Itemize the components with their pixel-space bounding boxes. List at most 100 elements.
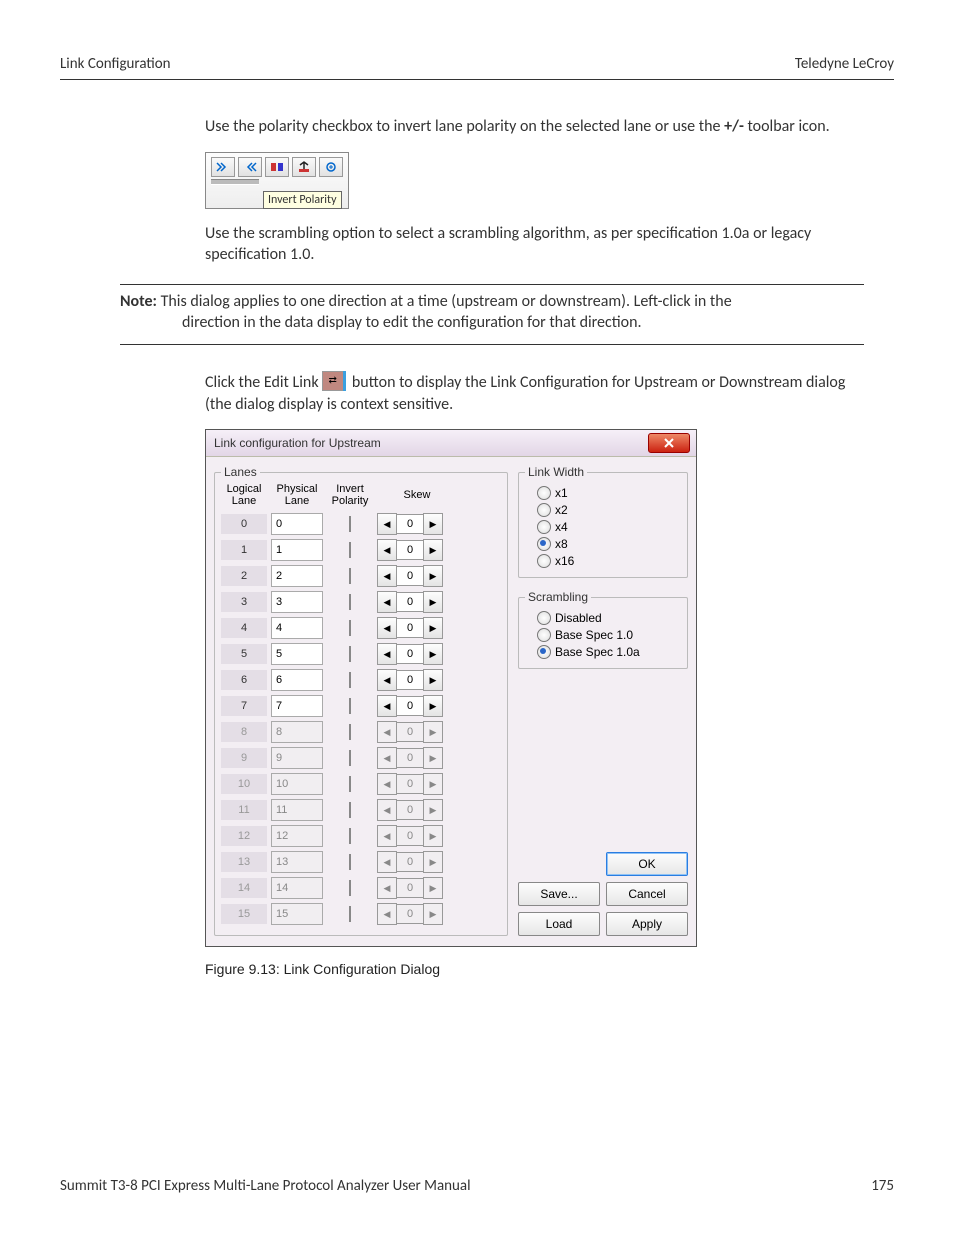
physical-lane-input[interactable]: 7 — [271, 695, 323, 717]
skew-spinner[interactable]: ◀0▶ — [377, 514, 457, 534]
link-width-option[interactable]: x16 — [537, 554, 681, 568]
close-button[interactable] — [648, 433, 690, 453]
link-width-group: Link Width x1x2x4x8x16 — [518, 465, 688, 578]
skew-increment-button[interactable]: ▶ — [423, 617, 443, 639]
close-icon — [663, 438, 675, 448]
paragraph-editlink: Click the Edit Link ⇄ button to display … — [205, 371, 864, 415]
skew-value: 0 — [397, 904, 423, 924]
skew-spinner[interactable]: ◀0▶ — [377, 592, 457, 612]
physical-lane-input[interactable]: 5 — [271, 643, 323, 665]
skew-decrement-button[interactable]: ◀ — [377, 513, 397, 535]
invert-polarity-checkbox — [349, 828, 351, 844]
ok-button[interactable]: OK — [606, 852, 688, 876]
skew-spinner[interactable]: ◀0▶ — [377, 540, 457, 560]
save-button[interactable]: Save... — [518, 882, 600, 906]
link-width-option[interactable]: x4 — [537, 520, 681, 534]
logical-lane-cell: 11 — [221, 800, 267, 820]
page-footer: Summit T3-8 PCI Express Multi-Lane Proto… — [60, 1177, 894, 1195]
skew-increment-button[interactable]: ▶ — [423, 591, 443, 613]
skew-decrement-button[interactable]: ◀ — [377, 539, 397, 561]
invert-polarity-checkbox[interactable] — [349, 516, 351, 532]
skew-decrement-button[interactable]: ◀ — [377, 643, 397, 665]
figure-caption: Figure 9.13: Link Configuration Dialog — [205, 961, 894, 977]
skew-spinner[interactable]: ◀0▶ — [377, 566, 457, 586]
logical-lane-cell: 5 — [221, 644, 267, 664]
skew-spinner: ◀0▶ — [377, 800, 457, 820]
link-width-option[interactable]: x1 — [537, 486, 681, 500]
scrambling-option[interactable]: Base Spec 1.0a — [537, 645, 681, 659]
skew-spinner[interactable]: ◀0▶ — [377, 696, 457, 716]
physical-lane-input[interactable]: 1 — [271, 539, 323, 561]
radio-icon — [537, 537, 551, 551]
invert-polarity-checkbox[interactable] — [349, 620, 351, 636]
skew-increment-button: ▶ — [423, 903, 443, 925]
skew-increment-button[interactable]: ▶ — [423, 513, 443, 535]
link-width-option[interactable]: x8 — [537, 537, 681, 551]
physical-lane-input[interactable]: 3 — [271, 591, 323, 613]
radio-icon — [537, 645, 551, 659]
skew-increment-button: ▶ — [423, 799, 443, 821]
skew-increment-button[interactable]: ▶ — [423, 565, 443, 587]
skew-value: 0 — [397, 748, 423, 768]
physical-lane-input: 15 — [271, 903, 323, 925]
scrambling-option[interactable]: Base Spec 1.0 — [537, 628, 681, 642]
physical-lane-input: 14 — [271, 877, 323, 899]
lane-row: 33◀0▶ — [221, 591, 501, 613]
lane-row: 1010◀0▶ — [221, 773, 501, 795]
scrambling-label: Disabled — [555, 611, 602, 625]
skew-spinner[interactable]: ◀0▶ — [377, 644, 457, 664]
physical-lane-input[interactable]: 6 — [271, 669, 323, 691]
skew-spinner[interactable]: ◀0▶ — [377, 670, 457, 690]
skew-value: 0 — [397, 852, 423, 872]
lane-row: 55 ◀0▶ — [221, 643, 501, 665]
skew-decrement-button[interactable]: ◀ — [377, 617, 397, 639]
skew-decrement-button[interactable]: ◀ — [377, 565, 397, 587]
invert-polarity-checkbox[interactable] — [349, 542, 351, 558]
logical-lane-cell: 15 — [221, 904, 267, 924]
logical-lane-cell: 2 — [221, 566, 267, 586]
physical-lane-input: 11 — [271, 799, 323, 821]
skew-decrement-button[interactable]: ◀ — [377, 591, 397, 613]
physical-lane-input[interactable]: 4 — [271, 617, 323, 639]
lane-row: 11◀0▶ — [221, 539, 501, 561]
lane-column-headers: Logical Lane Physical Lane Invert Polari… — [221, 483, 501, 507]
skew-spinner[interactable]: ◀0▶ — [377, 618, 457, 638]
invert-polarity-checkbox[interactable] — [349, 698, 351, 714]
cancel-button[interactable]: Cancel — [606, 882, 688, 906]
logical-lane-cell: 7 — [221, 696, 267, 716]
paragraph-polarity: Use the polarity checkbox to invert lane… — [205, 116, 864, 138]
skew-spinner: ◀0▶ — [377, 852, 457, 872]
physical-lane-input[interactable]: 0 — [271, 513, 323, 535]
skew-increment-button: ▶ — [423, 773, 443, 795]
invert-polarity-checkbox[interactable] — [349, 672, 351, 688]
scrambling-option[interactable]: Disabled — [537, 611, 681, 625]
invert-polarity-checkbox[interactable] — [349, 594, 351, 610]
physical-lane-input: 13 — [271, 851, 323, 873]
skew-increment-button[interactable]: ▶ — [423, 669, 443, 691]
physical-lane-input[interactable]: 2 — [271, 565, 323, 587]
radio-icon — [537, 486, 551, 500]
radio-icon — [537, 628, 551, 642]
footer-left: Summit T3-8 PCI Express Multi-Lane Proto… — [60, 1177, 471, 1195]
load-button[interactable]: Load — [518, 912, 600, 936]
skew-decrement-button[interactable]: ◀ — [377, 695, 397, 717]
link-width-option[interactable]: x2 — [537, 503, 681, 517]
scrambling-label: Base Spec 1.0a — [555, 645, 640, 659]
skew-increment-button: ▶ — [423, 721, 443, 743]
invert-polarity-checkbox[interactable] — [349, 568, 351, 584]
apply-button[interactable]: Apply — [606, 912, 688, 936]
lane-row: 1111 ◀0▶ — [221, 799, 501, 821]
toolbar-icon-2 — [238, 157, 262, 177]
skew-increment-button[interactable]: ▶ — [423, 539, 443, 561]
invert-polarity-checkbox — [349, 724, 351, 740]
skew-increment-button: ▶ — [423, 877, 443, 899]
logical-lane-cell: 6 — [221, 670, 267, 690]
lane-row: 99◀0▶ — [221, 747, 501, 769]
note-block: Note: This dialog applies to one directi… — [120, 284, 864, 345]
skew-decrement-button: ◀ — [377, 877, 397, 899]
skew-increment-button[interactable]: ▶ — [423, 643, 443, 665]
skew-decrement-button[interactable]: ◀ — [377, 669, 397, 691]
skew-value: 0 — [397, 566, 423, 586]
invert-polarity-checkbox[interactable] — [349, 646, 351, 662]
skew-increment-button[interactable]: ▶ — [423, 695, 443, 717]
